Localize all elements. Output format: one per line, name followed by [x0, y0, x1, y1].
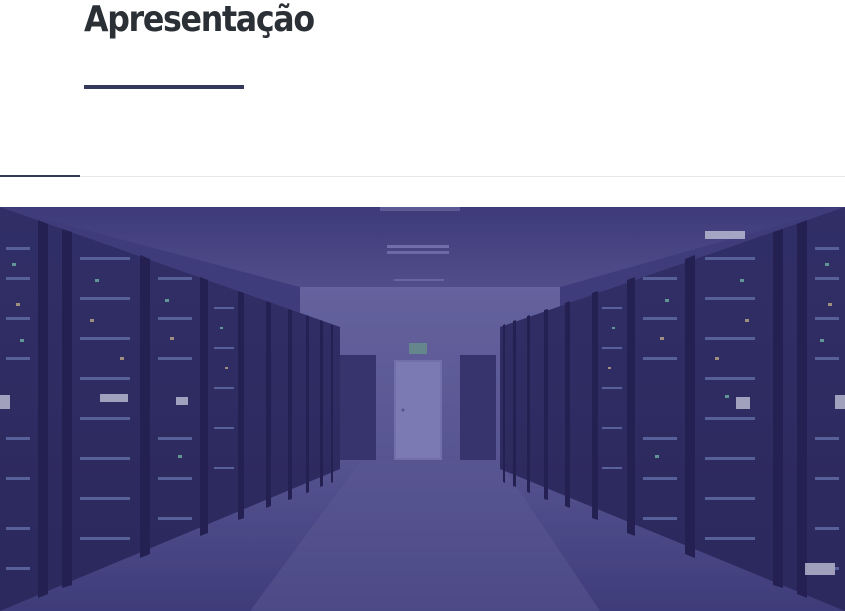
title-underline [84, 85, 244, 89]
hero-image [0, 207, 845, 611]
page-title: Apresentação [84, 0, 315, 40]
section-divider-accent [0, 175, 80, 177]
server-room-photo [0, 207, 845, 611]
section-divider [0, 176, 845, 177]
